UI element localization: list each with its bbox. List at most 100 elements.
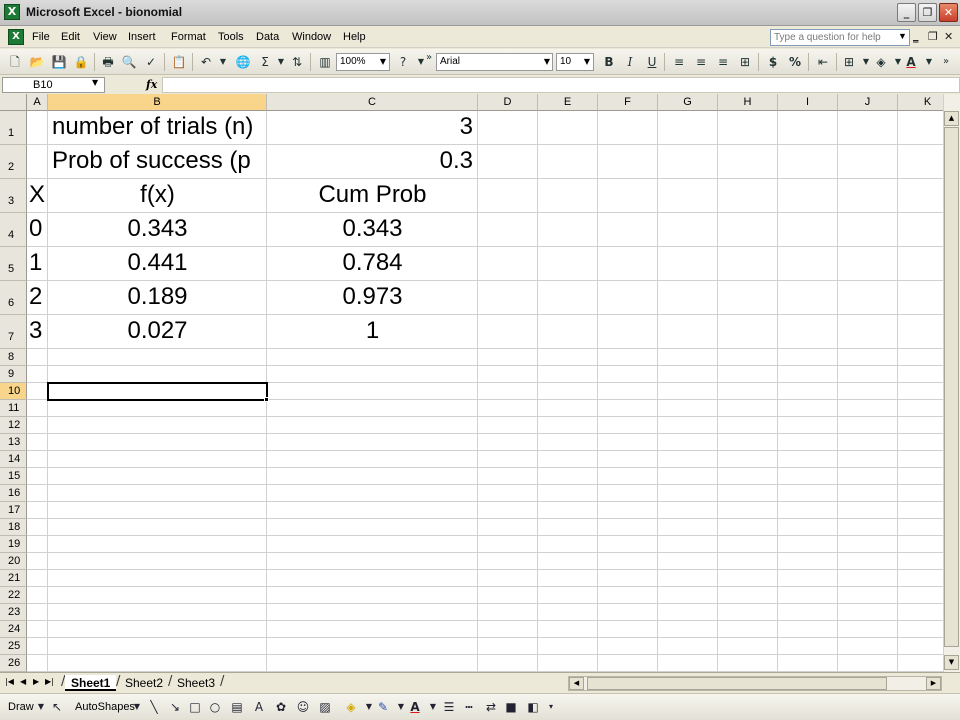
align-right-icon[interactable]: ≡ bbox=[714, 53, 732, 71]
row-header-13[interactable]: 13 bbox=[0, 434, 27, 451]
worksheet-grid[interactable]: A B C D E F G H I J K 1 2 3 4 5 6 7 8 9 10 11 12 13 1… bbox=[0, 94, 943, 672]
close-button[interactable]: ✕ bbox=[939, 3, 958, 22]
tab-sheet2[interactable]: Sheet2 bbox=[119, 675, 169, 691]
column-header-d[interactable]: D bbox=[478, 94, 538, 111]
menu-help[interactable]: Help bbox=[343, 31, 366, 43]
menu-view[interactable]: View bbox=[93, 31, 117, 43]
oval-icon[interactable]: ○ bbox=[206, 698, 224, 716]
spelling-icon[interactable]: ✓ bbox=[142, 53, 160, 71]
horizontal-scroll-thumb[interactable] bbox=[587, 677, 887, 690]
toolbar-options-icon-2[interactable]: » bbox=[937, 53, 955, 71]
minimize-button[interactable]: _ bbox=[897, 3, 916, 22]
line-icon[interactable]: ╲ bbox=[145, 698, 163, 716]
print-icon[interactable]: 🖶 bbox=[99, 53, 117, 71]
insert-picture-icon[interactable]: ▨ bbox=[316, 698, 334, 716]
percent-icon[interactable]: % bbox=[786, 53, 804, 71]
bold-icon[interactable]: B bbox=[600, 53, 618, 71]
row-header-2[interactable]: 2 bbox=[0, 145, 27, 179]
row-header-7[interactable]: 7 bbox=[0, 315, 27, 349]
fill-handle[interactable] bbox=[264, 397, 269, 402]
menu-insert[interactable]: Insert bbox=[128, 31, 156, 43]
font-size-dropdown-icon[interactable]: ▼ bbox=[581, 53, 593, 71]
column-header-a[interactable]: A bbox=[27, 94, 48, 111]
help-search-input[interactable]: Type a question for help bbox=[770, 29, 910, 46]
row-header-24[interactable]: 24 bbox=[0, 621, 27, 638]
rectangle-icon[interactable]: □ bbox=[186, 698, 204, 716]
draw-menu-button[interactable]: Draw bbox=[8, 701, 34, 713]
excel-icon[interactable]: X bbox=[4, 4, 20, 20]
save-icon[interactable]: 💾 bbox=[50, 53, 68, 71]
italic-icon[interactable]: I bbox=[621, 53, 639, 71]
row-header-18[interactable]: 18 bbox=[0, 519, 27, 536]
font-color-draw-icon[interactable]: A bbox=[406, 698, 424, 716]
arrow-icon[interactable]: ↘ bbox=[166, 698, 184, 716]
menu-tools[interactable]: Tools bbox=[218, 31, 244, 43]
row-header-22[interactable]: 22 bbox=[0, 587, 27, 604]
fill-color-icon[interactable]: ◈ bbox=[872, 53, 890, 71]
line-color-icon[interactable]: ✎ bbox=[374, 698, 392, 716]
select-objects-icon[interactable]: ↖ bbox=[48, 698, 66, 716]
undo-dropdown-icon[interactable]: ▼ bbox=[214, 53, 232, 71]
column-header-e[interactable]: E bbox=[538, 94, 598, 111]
row-header-10[interactable]: 10 bbox=[0, 383, 27, 400]
row-header-14[interactable]: 14 bbox=[0, 451, 27, 468]
cell-a3[interactable]: X bbox=[27, 179, 48, 213]
fill-color-draw-icon[interactable]: ◈ bbox=[342, 698, 360, 716]
row-header-11[interactable]: 11 bbox=[0, 400, 27, 417]
line-style-icon[interactable]: ☰ bbox=[440, 698, 458, 716]
cell-c3[interactable]: Cum Prob bbox=[267, 179, 478, 213]
row-header-5[interactable]: 5 bbox=[0, 247, 27, 281]
function-icon[interactable]: fx bbox=[146, 78, 157, 91]
row-header-1[interactable]: 1 bbox=[0, 111, 27, 145]
font-dropdown-icon[interactable]: ▼ bbox=[541, 53, 553, 71]
clip-art-icon[interactable]: ☺ bbox=[294, 698, 312, 716]
row-header-16[interactable]: 16 bbox=[0, 485, 27, 502]
tab-sheet1[interactable]: Sheet1 bbox=[65, 675, 117, 691]
new-icon[interactable]: 🗋 bbox=[6, 53, 24, 71]
cell-c7[interactable]: 1 bbox=[267, 315, 478, 349]
restore-button[interactable]: ❐ bbox=[918, 3, 937, 22]
underline-icon[interactable]: U bbox=[643, 53, 661, 71]
menu-file[interactable]: File bbox=[32, 31, 50, 43]
scroll-up-icon[interactable]: ▲ bbox=[944, 111, 959, 126]
cell-b7[interactable]: 0.027 bbox=[48, 315, 267, 349]
decrease-indent-icon[interactable]: ⇤ bbox=[814, 53, 832, 71]
cell-b3[interactable]: f(x) bbox=[48, 179, 267, 213]
doc-restore-button[interactable]: ❐ bbox=[928, 30, 938, 43]
chart-wizard-icon[interactable]: ▥ bbox=[316, 53, 334, 71]
help-icon[interactable]: ? bbox=[394, 53, 412, 71]
row-header-6[interactable]: 6 bbox=[0, 281, 27, 315]
zoom-dropdown-icon[interactable]: ▼ bbox=[377, 53, 389, 71]
name-box[interactable]: B10 bbox=[2, 77, 105, 93]
row-header-25[interactable]: 25 bbox=[0, 638, 27, 655]
paste-icon[interactable]: 📋 bbox=[170, 53, 188, 71]
cell-b2[interactable]: Prob of success (p bbox=[48, 145, 267, 179]
borders-icon[interactable]: ⊞ bbox=[840, 53, 858, 71]
wordart-icon[interactable]: A bbox=[250, 698, 268, 716]
hyperlink-icon[interactable]: 🌐 bbox=[234, 53, 252, 71]
tab-sheet3[interactable]: Sheet3 bbox=[171, 675, 221, 691]
select-all-corner[interactable] bbox=[0, 94, 27, 111]
doc-minimize-button[interactable]: ‗ bbox=[913, 30, 919, 43]
toolbar-options-draw-icon[interactable]: ▾ bbox=[542, 698, 560, 716]
row-header-15[interactable]: 15 bbox=[0, 468, 27, 485]
cell-c2[interactable]: 0.3 bbox=[267, 145, 478, 179]
align-left-icon[interactable]: ≡ bbox=[670, 53, 688, 71]
permission-icon[interactable]: 🔒 bbox=[72, 53, 90, 71]
menu-data[interactable]: Data bbox=[256, 31, 279, 43]
row-header-9[interactable]: 9 bbox=[0, 366, 27, 383]
diagram-icon[interactable]: ✿ bbox=[272, 698, 290, 716]
scroll-left-icon[interactable]: ◀ bbox=[569, 677, 584, 690]
open-icon[interactable]: 📂 bbox=[28, 53, 46, 71]
cell-c6[interactable]: 0.973 bbox=[267, 281, 478, 315]
autoshapes-button[interactable]: AutoShapes bbox=[75, 701, 135, 713]
cell-a5[interactable]: 1 bbox=[27, 247, 48, 281]
row-header-26[interactable]: 26 bbox=[0, 655, 27, 672]
arrow-style-icon[interactable]: ⇄ bbox=[482, 698, 500, 716]
cell-c4[interactable]: 0.343 bbox=[267, 213, 478, 247]
workbook-icon[interactable]: X bbox=[8, 29, 24, 45]
cell-b6[interactable]: 0.189 bbox=[48, 281, 267, 315]
formula-input[interactable] bbox=[162, 77, 960, 93]
column-header-i[interactable]: I bbox=[778, 94, 838, 111]
row-header-4[interactable]: 4 bbox=[0, 213, 27, 247]
